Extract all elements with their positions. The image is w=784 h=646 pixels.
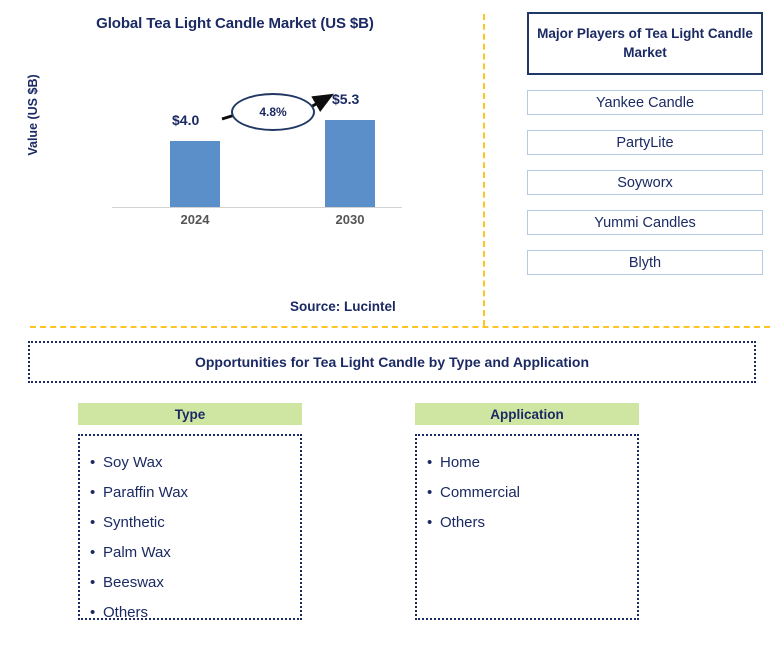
list-item-label: Others — [103, 604, 149, 621]
opportunities-title-box: Opportunities for Tea Light Candle by Ty… — [28, 341, 756, 383]
player-item-blyth[interactable]: Blyth — [527, 250, 763, 275]
list-item-label: Soy Wax — [103, 454, 163, 471]
x-axis-line — [112, 207, 402, 208]
application-list-box: • Home • Commercial • Others — [415, 434, 639, 620]
player-item-yummi-candles[interactable]: Yummi Candles — [527, 210, 763, 235]
list-item-label: Home — [440, 454, 481, 471]
bar-value-2030: $5.3 — [332, 91, 360, 107]
bullet-icon: • — [90, 484, 96, 501]
list-item-label: Palm Wax — [103, 544, 171, 561]
list-item: • Synthetic — [90, 508, 300, 538]
major-players-header: Major Players of Tea Light Candle Market — [527, 12, 763, 75]
player-item-yankee-candle[interactable]: Yankee Candle — [527, 90, 763, 115]
opportunities-title: Opportunities for Tea Light Candle by Ty… — [194, 354, 590, 370]
column-header-application: Application — [415, 403, 639, 425]
list-item: • Commercial — [427, 478, 637, 508]
bullet-icon: • — [90, 544, 96, 561]
bullet-icon: • — [90, 454, 96, 471]
bullet-icon: • — [90, 604, 96, 621]
bullet-icon: • — [427, 514, 433, 531]
y-axis-label: Value (US $B) — [26, 74, 40, 156]
list-item: • Beeswax — [90, 568, 300, 598]
vertical-divider — [483, 14, 485, 326]
infographic-page: Global Tea Light Candle Market (US $B) V… — [0, 0, 784, 646]
list-item-label: Paraffin Wax — [103, 484, 189, 501]
source-label: Source: Lucintel — [290, 299, 396, 314]
list-item: • Others — [90, 598, 300, 628]
bullet-icon: • — [427, 484, 433, 501]
bar-2030[interactable] — [325, 120, 375, 207]
player-item-partylite[interactable]: PartyLite — [527, 130, 763, 155]
x-tick-2024: 2024 — [180, 212, 210, 227]
list-item: • Soy Wax — [90, 448, 300, 478]
player-item-soyworx[interactable]: Soyworx — [527, 170, 763, 195]
horizontal-divider — [30, 326, 770, 328]
bullet-icon: • — [427, 454, 433, 471]
bullet-icon: • — [90, 514, 96, 531]
cagr-arrow-group — [221, 93, 334, 121]
cagr-label: 4.8% — [259, 105, 287, 119]
list-item-label: Others — [440, 514, 486, 531]
bar-value-2024: $4.0 — [172, 112, 200, 129]
bar-2024[interactable] — [170, 141, 220, 207]
major-players-panel: Major Players of Tea Light Candle Market… — [527, 12, 763, 275]
list-item: • Others — [427, 508, 637, 538]
list-item-label: Beeswax — [103, 574, 164, 591]
chart-title: Global Tea Light Candle Market (US $B) — [96, 15, 374, 32]
market-chart-panel: Global Tea Light Candle Market (US $B) V… — [0, 0, 480, 325]
column-header-type: Type — [78, 403, 302, 425]
bullet-icon: • — [90, 574, 96, 591]
list-item-label: Synthetic — [103, 514, 165, 531]
list-item-label: Commercial — [440, 484, 521, 501]
list-item: • Paraffin Wax — [90, 478, 300, 508]
x-tick-2030: 2030 — [335, 212, 365, 227]
type-list-box: • Soy Wax • Paraffin Wax • Synthetic • Palm … — [78, 434, 302, 621]
list-item: • Palm Wax — [90, 538, 300, 568]
list-item: • Home — [427, 448, 637, 478]
